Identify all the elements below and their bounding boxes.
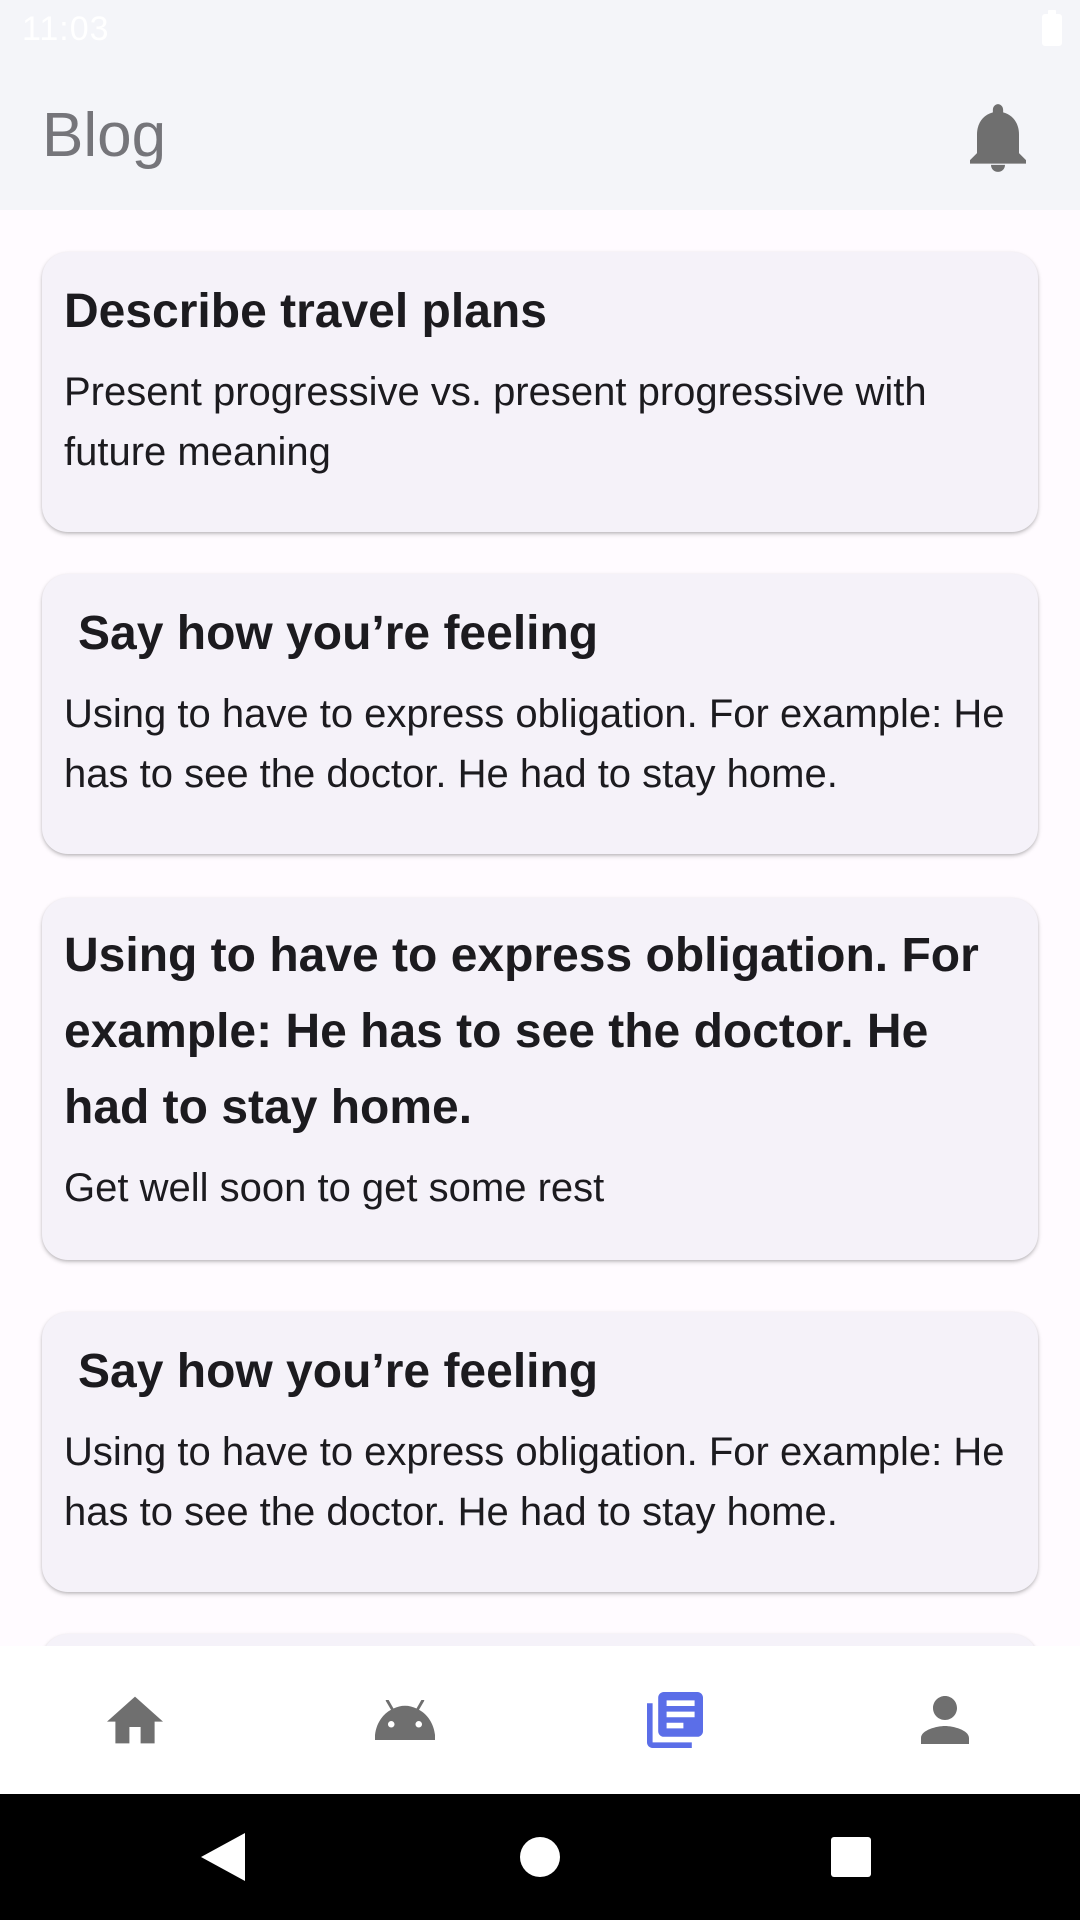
nav-blog[interactable] xyxy=(540,1646,810,1794)
post-card[interactable]: Say how you’re feeling Using to have to … xyxy=(42,1312,1038,1592)
app-bar: Blog xyxy=(0,64,1080,210)
person-icon xyxy=(921,1696,969,1744)
post-body: Using to have to express obligation. For… xyxy=(64,692,1005,796)
post-body: Using to have to express obligation. For… xyxy=(64,1430,1005,1534)
nav-profile[interactable] xyxy=(810,1646,1080,1794)
post-title: Say how you’re feeling xyxy=(78,1345,599,1398)
post-card[interactable] xyxy=(42,1634,1038,1646)
post-card[interactable]: Describe travel plans Present progressiv… xyxy=(42,252,1038,532)
status-bar: 11:03 xyxy=(0,0,1080,64)
status-time: 11:03 xyxy=(22,10,110,48)
system-back-button[interactable] xyxy=(188,1822,258,1892)
notifications-button[interactable] xyxy=(960,100,1036,176)
android-icon xyxy=(375,1700,435,1740)
post-title: Describe travel plans xyxy=(64,285,547,338)
system-recents-button[interactable] xyxy=(816,1822,886,1892)
post-card[interactable]: Using to have to express obligation. For… xyxy=(42,898,1038,1260)
home-circle-icon xyxy=(520,1837,560,1877)
post-title: Say how you’re feeling xyxy=(78,607,599,660)
post-title: Using to have to express obligation. For… xyxy=(64,929,979,1134)
back-icon xyxy=(201,1833,245,1881)
bell-icon xyxy=(970,104,1026,172)
post-body: Present progressive vs. present progress… xyxy=(64,370,927,474)
bottom-navigation xyxy=(0,1646,1080,1794)
post-list[interactable]: Describe travel plans Present progressiv… xyxy=(0,210,1080,1646)
recents-icon xyxy=(831,1837,871,1877)
nav-android[interactable] xyxy=(270,1646,540,1794)
page-title: Blog xyxy=(42,101,167,170)
post-body: Get well soon to get some rest xyxy=(64,1166,605,1210)
home-icon xyxy=(107,1696,163,1744)
battery-icon xyxy=(1042,10,1062,46)
system-navigation-bar xyxy=(0,1794,1080,1920)
system-home-button[interactable] xyxy=(505,1822,575,1892)
article-icon xyxy=(647,1692,703,1748)
post-card[interactable]: Say how you’re feeling Using to have to … xyxy=(42,574,1038,854)
nav-home[interactable] xyxy=(0,1646,270,1794)
